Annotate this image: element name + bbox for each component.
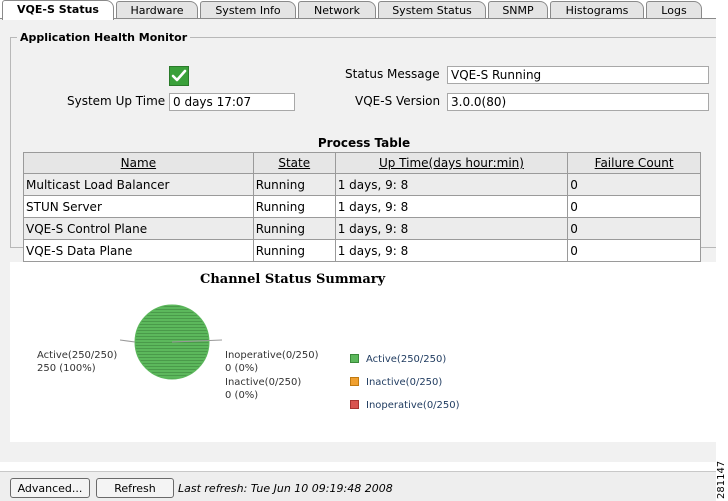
vqe-version-label: VQE-S Version	[355, 94, 441, 108]
tab-histograms[interactable]: Histograms	[550, 1, 644, 19]
process-failure-count: 0	[567, 239, 701, 262]
status-message-field: VQE-S Running	[447, 66, 709, 84]
process-table-title: Process Table	[317, 136, 411, 150]
tab-bar: VQE-S Status Hardware System Info Networ…	[0, 0, 716, 20]
system-uptime-field: 0 days 17:07	[169, 93, 295, 111]
process-failure-count: 0	[567, 173, 701, 196]
legend-swatch-active	[350, 354, 359, 363]
tab-network[interactable]: Network	[298, 1, 376, 19]
application-health-monitor: Application Health Monitor Status Messag…	[10, 31, 716, 262]
tab-system-info[interactable]: System Info	[200, 1, 296, 19]
legend-item-inoperative: Inoperative(0/250)	[350, 400, 460, 411]
process-uptime: 1 days, 9: 8	[334, 217, 569, 240]
refresh-button[interactable]: Refresh	[96, 478, 174, 498]
process-uptime: 1 days, 9: 8	[334, 173, 569, 196]
table-row: Multicast Load Balancer Running 1 days, …	[23, 173, 701, 196]
table-row: STUN Server Running 1 days, 9: 8 0	[23, 195, 701, 218]
tab-hardware[interactable]: Hardware	[116, 1, 198, 19]
checkmark-icon	[169, 66, 189, 86]
figure-code: 281147	[716, 460, 727, 500]
legend-item-inactive: Inactive(0/250)	[350, 377, 442, 388]
status-message-label: Status Message	[345, 67, 440, 81]
process-uptime: 1 days, 9: 8	[334, 239, 569, 262]
process-table: Name State Up Time(days hour:min) Failur…	[23, 152, 701, 262]
column-header-failure-count[interactable]: Failure Count	[567, 152, 701, 174]
process-uptime: 1 days, 9: 8	[334, 195, 569, 218]
process-state: Running	[252, 173, 336, 196]
advanced-button[interactable]: Advanced...	[10, 478, 90, 498]
legend-item-active: Active(250/250)	[350, 354, 446, 365]
pie-label-inactive: Inactive(0/250) 0 (0%)	[225, 377, 302, 401]
table-row: VQE-S Control Plane Running 1 days, 9: 8…	[23, 217, 701, 240]
pie-label-inoperative: Inoperative(0/250) 0 (0%)	[225, 350, 319, 374]
column-header-name[interactable]: Name	[23, 152, 254, 174]
tab-snmp[interactable]: SNMP	[488, 1, 548, 19]
tab-vqe-s-status[interactable]: VQE-S Status	[2, 0, 114, 20]
pie-label-active: Active(250/250) 250 (100%)	[37, 350, 118, 374]
vqe-version-field: 3.0.0(80)	[447, 93, 709, 111]
process-name: STUN Server	[23, 195, 254, 218]
column-header-uptime[interactable]: Up Time(days hour:min)	[334, 152, 569, 174]
tab-logs[interactable]: Logs	[646, 1, 702, 19]
process-name: VQE-S Control Plane	[23, 217, 254, 240]
column-header-state[interactable]: State	[252, 152, 336, 174]
process-name: Multicast Load Balancer	[23, 173, 254, 196]
table-row: VQE-S Data Plane Running 1 days, 9: 8 0	[23, 239, 701, 262]
bottom-toolbar: Advanced... Refresh Last refresh: Tue Ju…	[0, 471, 716, 501]
main-panel: Application Health Monitor Status Messag…	[0, 19, 716, 462]
last-refresh-text: Last refresh: Tue Jun 10 09:19:48 2008	[178, 482, 393, 495]
process-failure-count: 0	[567, 217, 701, 240]
process-table-header: Name State Up Time(days hour:min) Failur…	[23, 152, 701, 174]
process-failure-count: 0	[567, 195, 701, 218]
system-uptime-label: System Up Time	[67, 94, 166, 108]
legend-swatch-inoperative	[350, 400, 359, 409]
process-name: VQE-S Data Plane	[23, 239, 254, 262]
tab-system-status[interactable]: System Status	[378, 1, 486, 19]
channel-status-chart: Channel Status Summary Active(250/250) 2…	[10, 262, 716, 442]
process-state: Running	[252, 217, 336, 240]
health-monitor-title: Application Health Monitor	[20, 31, 188, 44]
process-state: Running	[252, 239, 336, 262]
process-state: Running	[252, 195, 336, 218]
legend-swatch-inactive	[350, 377, 359, 386]
leader-line-active	[119, 339, 136, 343]
